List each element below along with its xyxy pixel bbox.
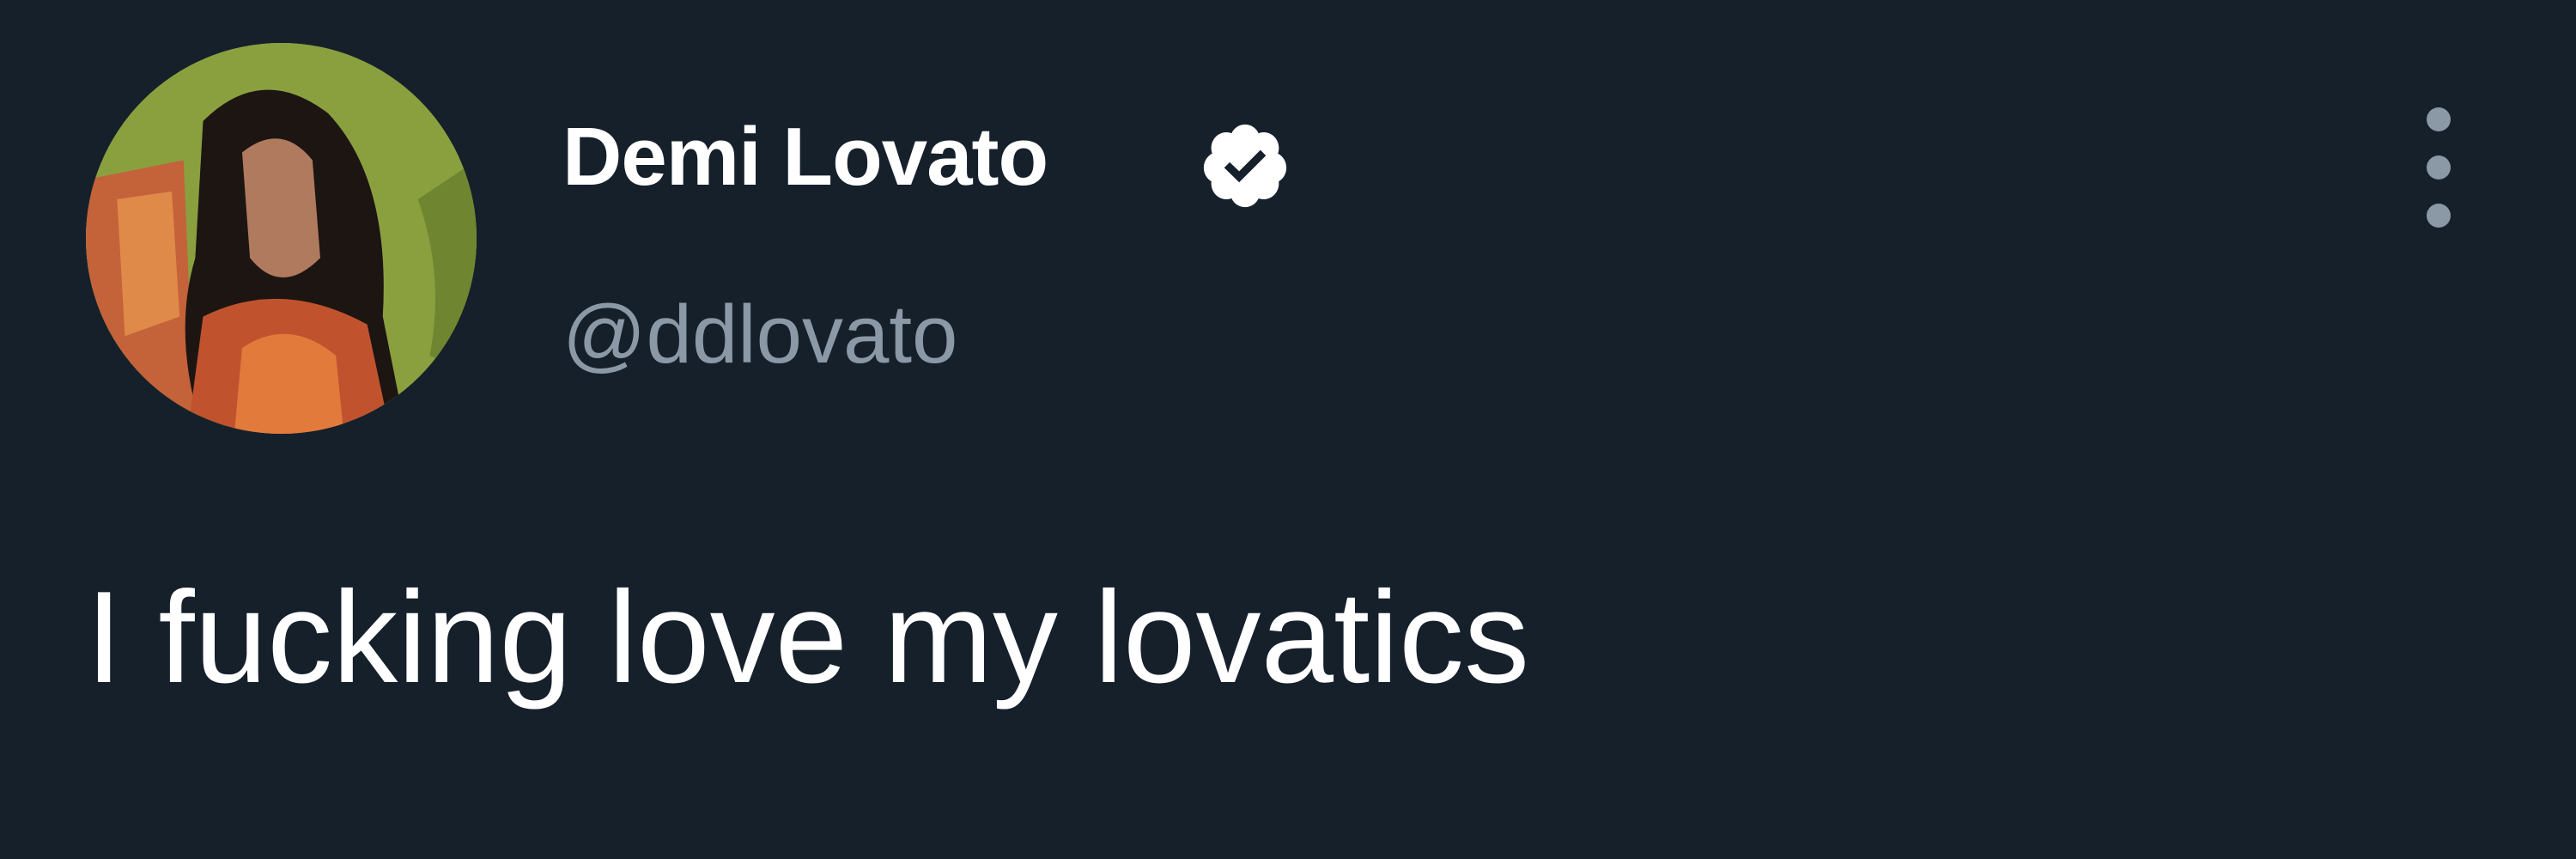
display-name[interactable]: Demi Lovato (562, 110, 1048, 204)
tweet-text: I fucking love my lovatics (86, 564, 1530, 710)
avatar[interactable] (86, 43, 477, 434)
tweet-card: Demi Lovato @ddlovato I fucking love my … (0, 0, 2576, 859)
user-handle[interactable]: @ddlovato (562, 288, 957, 382)
verified-icon (1203, 124, 1287, 208)
avatar-photo (86, 43, 477, 434)
more-options-button[interactable] (2404, 107, 2473, 228)
